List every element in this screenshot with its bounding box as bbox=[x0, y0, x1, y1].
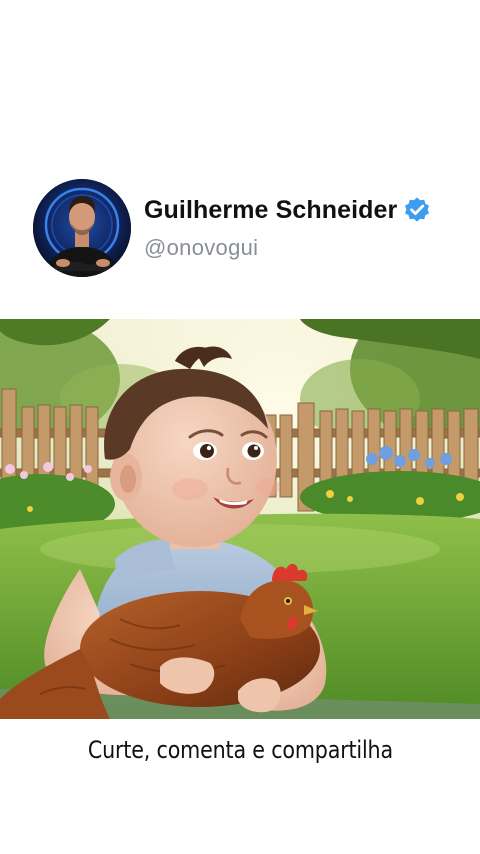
post-caption: Curte, comenta e compartilha bbox=[87, 736, 393, 764]
name-row: Guilherme Schneider bbox=[144, 193, 431, 227]
baby-with-hen-illustration bbox=[0, 319, 480, 719]
verified-badge-icon bbox=[403, 196, 431, 224]
avatar-image bbox=[33, 179, 131, 277]
profile-header: Guilherme Schneider @onovogui bbox=[33, 179, 473, 277]
profile-handle[interactable]: @onovogui bbox=[144, 235, 258, 261]
avatar[interactable] bbox=[33, 179, 131, 277]
post-image[interactable] bbox=[0, 319, 480, 719]
caption-bar: Curte, comenta e compartilha bbox=[0, 719, 480, 781]
profile-name[interactable]: Guilherme Schneider bbox=[144, 196, 397, 225]
